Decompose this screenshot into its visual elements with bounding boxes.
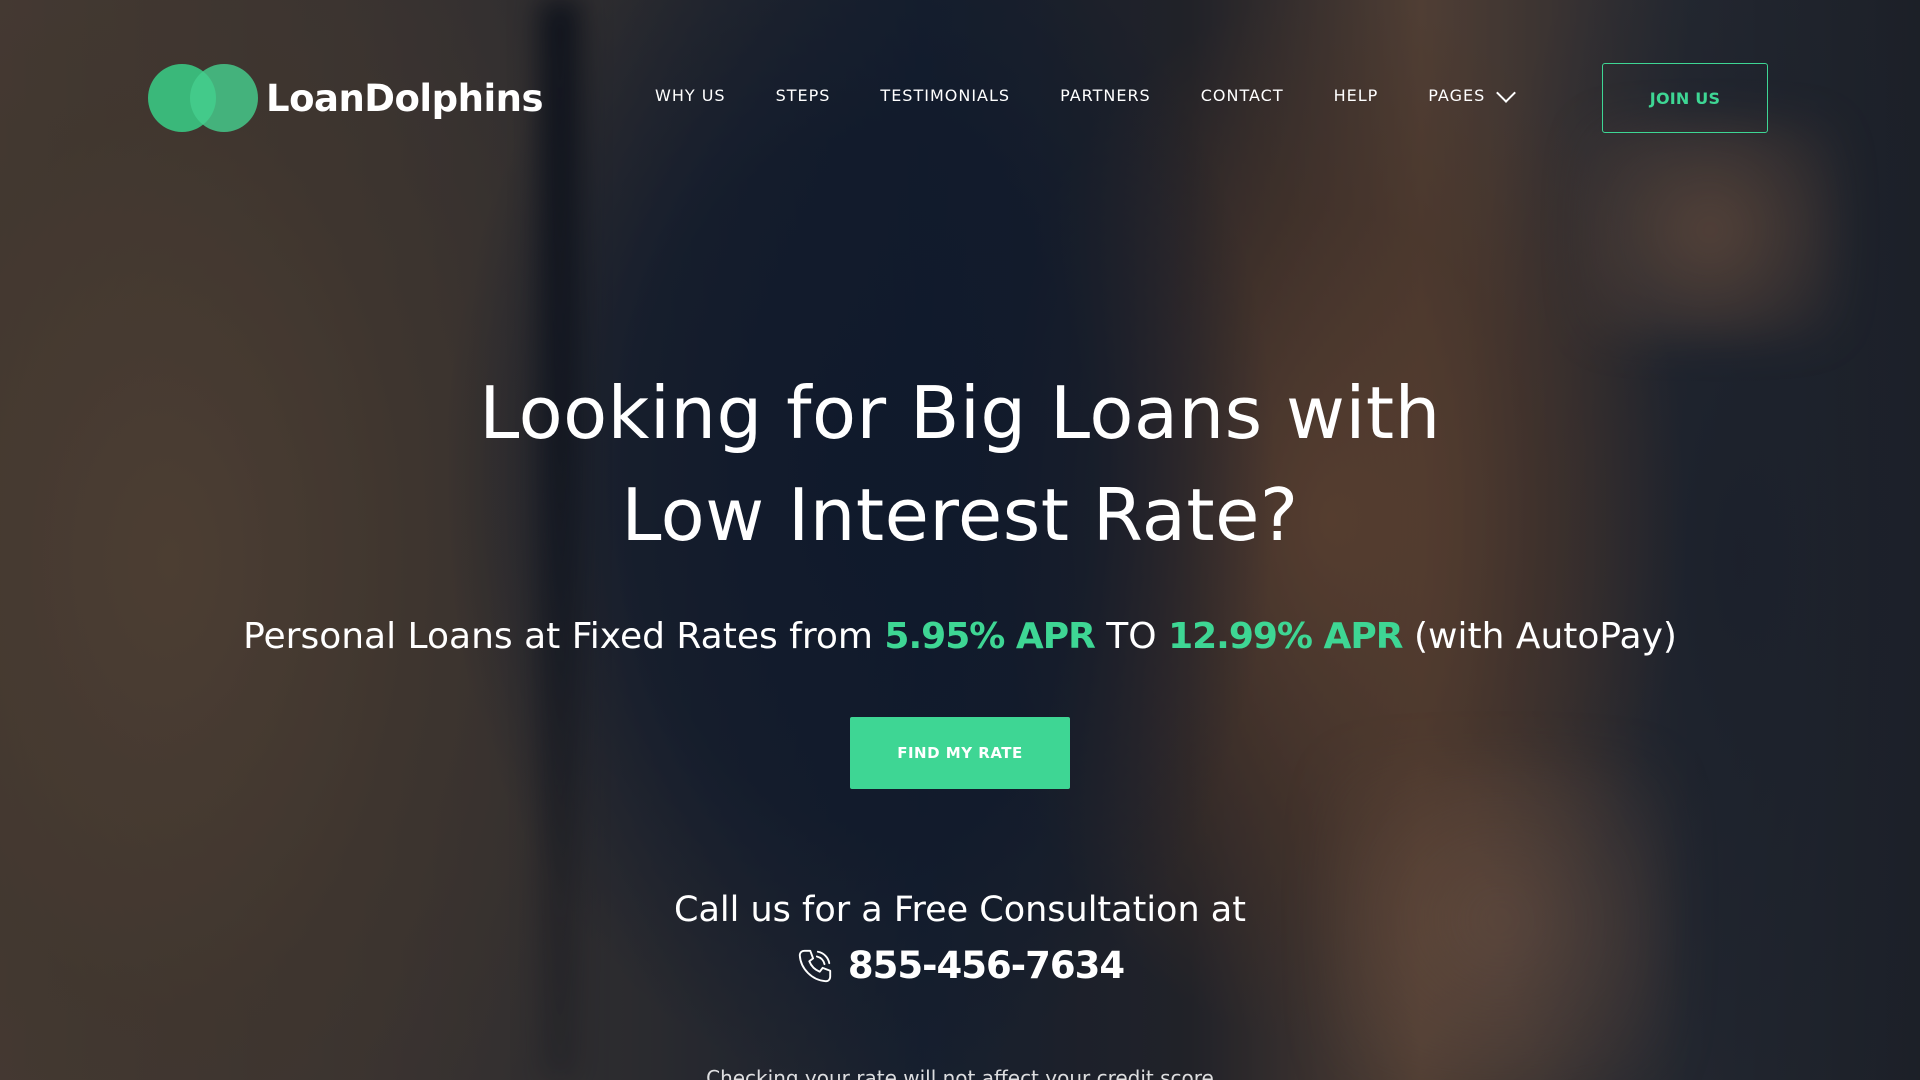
- hero-title-line-1: Looking for Big Loans with: [479, 371, 1441, 455]
- logo-circle-right: [190, 64, 258, 132]
- logo-circles-icon: [148, 64, 258, 132]
- nav-item-pages-label: PAGES: [1428, 86, 1486, 105]
- main-nav: WHY US STEPS TESTIMONIALS PARTNERS CONTA…: [655, 82, 1517, 105]
- chevron-down-icon: [1496, 82, 1517, 103]
- brand-name: LoanDolphins: [266, 76, 544, 120]
- phone-line: 855-456-7634: [0, 944, 1920, 987]
- brand-logo[interactable]: LoanDolphins: [148, 64, 544, 132]
- phone-icon: [798, 949, 832, 982]
- hero-title: Looking for Big Loans with Low Interest …: [0, 362, 1920, 566]
- site-header: LoanDolphins WHY US STEPS TESTIMONIALS P…: [0, 0, 1920, 200]
- rates-prefix: Personal Loans at Fixed Rates from: [243, 616, 873, 657]
- rates-subheading: Personal Loans at Fixed Rates from 5.95%…: [0, 616, 1920, 657]
- find-my-rate-button[interactable]: FIND MY RATE: [850, 717, 1070, 789]
- nav-item-testimonials[interactable]: TESTIMONIALS: [880, 86, 1010, 105]
- rate-high: 12.99% APR: [1168, 616, 1403, 657]
- hero-title-line-2: Low Interest Rate?: [621, 473, 1299, 557]
- nav-item-why-us[interactable]: WHY US: [655, 86, 726, 105]
- nav-item-contact[interactable]: CONTACT: [1201, 86, 1284, 105]
- rates-mid: TO: [1106, 616, 1157, 657]
- consultation-text: Call us for a Free Consultation at: [674, 890, 1246, 930]
- nav-item-steps[interactable]: STEPS: [776, 86, 831, 105]
- rates-suffix: (with AutoPay): [1413, 616, 1677, 657]
- nav-item-partners[interactable]: PARTNERS: [1060, 86, 1151, 105]
- phone-number-link[interactable]: 855-456-7634: [848, 944, 1125, 987]
- rate-low: 5.95% APR: [884, 616, 1095, 657]
- nav-item-pages[interactable]: PAGES: [1428, 82, 1517, 105]
- nav-item-help[interactable]: HELP: [1334, 86, 1379, 105]
- credit-disclaimer: Checking your rate will not affect your …: [706, 1066, 1214, 1080]
- join-us-button[interactable]: JOIN US: [1602, 63, 1768, 133]
